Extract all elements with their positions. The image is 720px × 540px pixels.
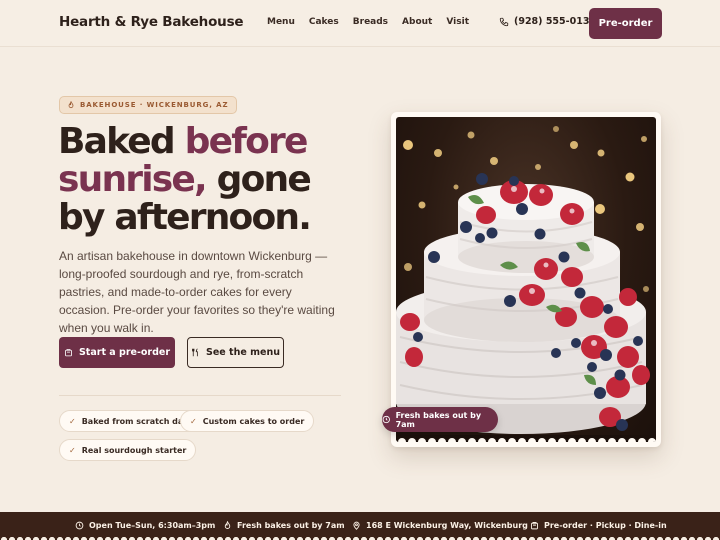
see-menu-label: See the menu	[206, 347, 280, 358]
see-menu-button[interactable]: See the menu	[187, 337, 284, 368]
band-item-services: Pre-order · Pickup · Dine-in	[530, 521, 667, 530]
phone-number: (928) 555-0139	[514, 16, 597, 27]
check-icon: ✓	[69, 416, 76, 426]
phone-icon	[499, 17, 509, 26]
flame-icon	[224, 521, 231, 529]
band-text: Pre-order · Pickup · Dine-in	[544, 521, 667, 530]
hero-photo-card	[391, 112, 661, 447]
brand-logo[interactable]: Hearth & Rye Bakehouse	[59, 14, 244, 30]
feature-label: Real sourdough starter	[81, 445, 187, 455]
band-item-fresh: Fresh bakes out by 7am	[223, 521, 345, 530]
band-item-hours: Open Tue–Sun, 6:30am–3pm	[75, 521, 215, 530]
clock-icon	[382, 415, 390, 424]
band-scallop-edge	[0, 535, 720, 540]
headline-part1: Baked	[58, 121, 185, 162]
bag-icon	[531, 522, 538, 530]
nav-visit[interactable]: Visit	[446, 17, 469, 27]
check-icon: ✓	[69, 445, 76, 455]
cake-photo	[396, 117, 656, 442]
location-badge: BAKEHOUSE · WICKENBURG, AZ	[59, 96, 238, 114]
start-preorder-button[interactable]: Start a pre-order	[59, 337, 175, 368]
flame-icon	[68, 101, 74, 109]
main-nav: Menu Cakes Breads About Visit	[267, 17, 483, 27]
bag-icon	[65, 349, 72, 357]
badge-text: BAKEHOUSE · WICKENBURG, AZ	[80, 101, 229, 109]
clock-icon	[75, 521, 84, 530]
nav-menu[interactable]: Menu	[267, 17, 295, 27]
check-icon: ✓	[190, 416, 197, 426]
phone-link[interactable]: (928) 555-0139	[499, 16, 596, 27]
nav-cakes[interactable]: Cakes	[309, 17, 339, 27]
hero-headline: Baked before sunrise, gone by afternoon.	[58, 123, 358, 237]
nav-about[interactable]: About	[402, 17, 432, 27]
fresh-bakes-badge: Fresh bakes out by 7am	[382, 407, 498, 432]
hero-divider	[59, 395, 341, 396]
feature-chip: ✓ Real sourdough starter	[59, 439, 197, 461]
feature-label: Baked from scratch daily	[81, 416, 195, 426]
cake-illustration	[396, 126, 656, 442]
utensils-icon	[192, 348, 198, 357]
site-header: Hearth & Rye Bakehouse Menu Cakes Breads…	[0, 0, 720, 47]
band-text: 168 E Wickenburg Way, Wickenburg	[366, 521, 528, 530]
band-item-address[interactable]: 168 E Wickenburg Way, Wickenburg	[352, 521, 528, 530]
band-text: Fresh bakes out by 7am	[237, 521, 345, 530]
band-text: Open Tue–Sun, 6:30am–3pm	[89, 521, 216, 530]
preorder-button[interactable]: Pre-order	[589, 8, 662, 39]
feature-label: Custom cakes to order	[202, 416, 305, 426]
hero-description: An artisan bakehouse in downtown Wickenb…	[59, 249, 335, 335]
nav-breads[interactable]: Breads	[353, 17, 388, 27]
map-pin-icon	[353, 521, 360, 530]
start-preorder-label: Start a pre-order	[78, 347, 171, 358]
feature-chip: ✓ Custom cakes to order	[180, 410, 315, 432]
fresh-bakes-text: Fresh bakes out by 7am	[395, 410, 482, 429]
